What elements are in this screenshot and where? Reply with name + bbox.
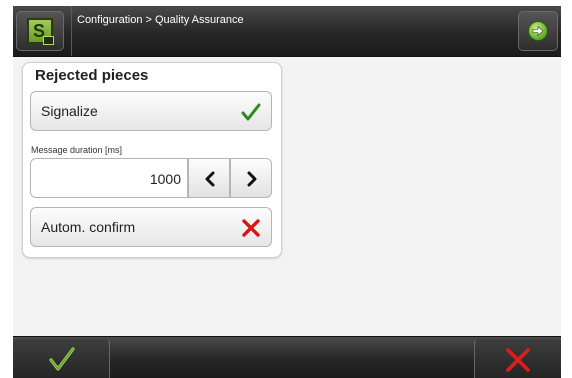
ok-button[interactable] [13,339,110,378]
s-logo-icon: S [27,18,54,45]
next-button[interactable] [518,11,558,51]
message-duration-label: Message duration [ms] [31,145,123,155]
signalize-toggle[interactable]: Signalize [30,91,272,131]
decrement-button[interactable] [188,158,230,198]
autom-confirm-label: Autom. confirm [41,219,136,235]
header-bar: S Configuration > Quality Assurance [13,6,561,57]
checkmark-icon [49,347,75,371]
panel-title: Rejected pieces [35,67,149,84]
rejected-pieces-panel: Rejected pieces Signalize Message durati… [22,62,282,258]
increment-button[interactable] [230,158,272,198]
cancel-button[interactable] [474,339,561,378]
app-window: S Configuration > Quality Assurance Reje… [13,6,561,378]
cross-icon [506,348,530,372]
app-menu-button[interactable]: S [16,11,64,51]
message-duration-input[interactable]: 1000 [30,158,188,198]
checkmark-icon [241,103,261,121]
footer-bar [13,336,561,378]
cross-icon [242,219,260,237]
chevron-right-icon [247,171,257,187]
message-duration-value: 1000 [149,171,181,187]
chevron-left-icon [205,171,215,187]
arrow-right-circle-icon [528,21,548,41]
signalize-label: Signalize [41,103,98,119]
header-divider [71,6,72,56]
autom-confirm-toggle[interactable]: Autom. confirm [30,207,272,247]
breadcrumb: Configuration > Quality Assurance [77,14,244,26]
